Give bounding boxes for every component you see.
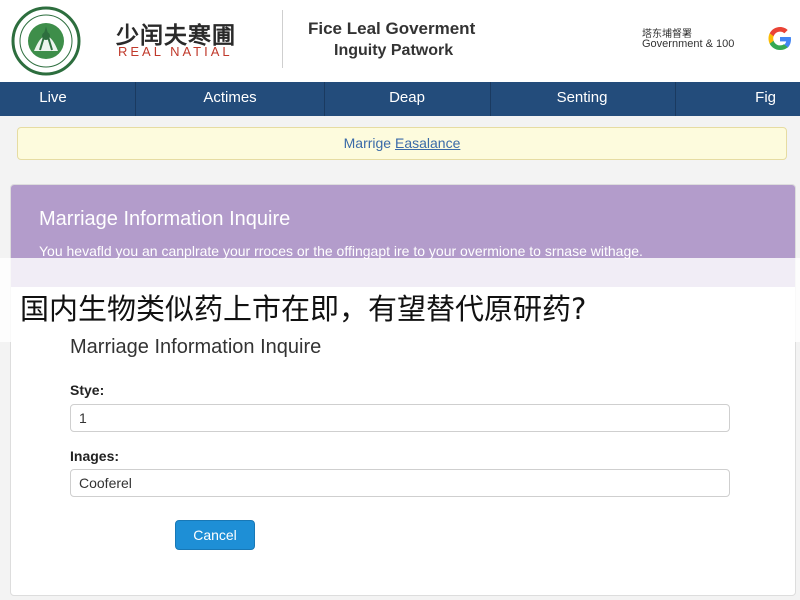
nav-item-deap[interactable]: Deap bbox=[325, 82, 489, 116]
images-input[interactable] bbox=[70, 469, 730, 497]
cancel-button[interactable]: Cancel bbox=[175, 520, 255, 550]
header-right-english: Government & 100 bbox=[642, 38, 735, 50]
nav-item-live[interactable]: Live bbox=[0, 82, 106, 116]
nav-item-senting[interactable]: Senting bbox=[491, 82, 673, 116]
notice-text: Marrige bbox=[343, 135, 395, 151]
card-header-title: Marriage Information Inquire bbox=[39, 208, 291, 230]
form-title: Marriage Information Inquire bbox=[70, 336, 322, 358]
style-label: Stye: bbox=[70, 382, 105, 398]
notice-bar: Marrige Easalance bbox=[17, 127, 787, 160]
government-emblem-icon bbox=[11, 6, 81, 76]
nav-separator bbox=[675, 82, 676, 116]
brand-name-english: REAL NATIAL bbox=[118, 44, 233, 59]
google-g-icon[interactable] bbox=[765, 24, 795, 54]
site-title-line1: Fice Leal Goverment bbox=[308, 19, 476, 38]
site-header: 少闰夫寒圃 REAL NATIAL Fice Leal Goverment In… bbox=[0, 0, 800, 82]
images-label: Inages: bbox=[70, 448, 120, 464]
caption-banner-text: 国内生物类似药上市在即，有望替代原研药? bbox=[20, 292, 587, 326]
nav-item-fig[interactable]: Fig bbox=[700, 82, 800, 116]
style-input[interactable] bbox=[70, 404, 730, 432]
header-divider bbox=[282, 10, 283, 68]
inquiry-card: Marriage Information Inquire You hevafld… bbox=[10, 184, 796, 596]
site-title-line2: Inguity Patwork bbox=[334, 42, 454, 59]
notice-link[interactable]: Easalance bbox=[395, 135, 460, 151]
main-nav: Live Actimes Deap Senting Fig bbox=[0, 82, 800, 116]
nav-item-actimes[interactable]: Actimes bbox=[136, 82, 324, 116]
